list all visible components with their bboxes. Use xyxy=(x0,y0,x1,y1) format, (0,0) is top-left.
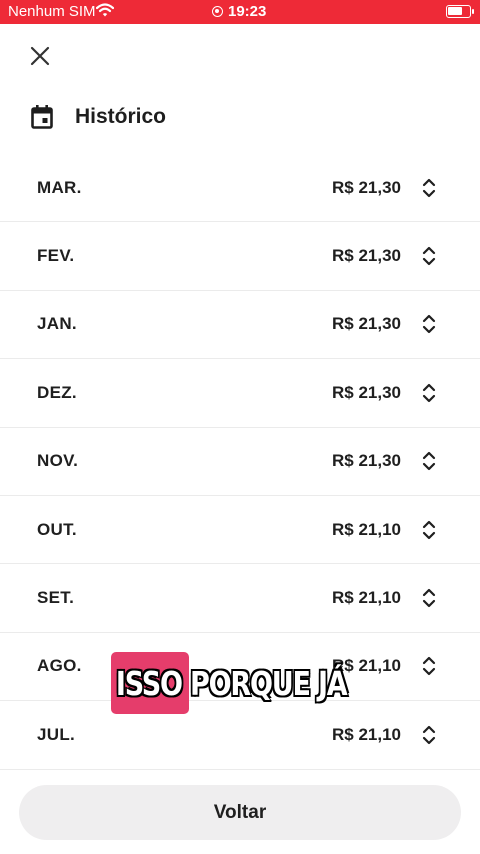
video-caption: ISSO PORQUE JÁ xyxy=(111,652,398,714)
page-title: Histórico xyxy=(75,105,167,128)
clock: 19:23 xyxy=(228,3,267,20)
expand-chevron-icon xyxy=(422,315,436,334)
status-center: 19:23 xyxy=(212,3,266,20)
amount-label: R$ 21,30 xyxy=(332,451,401,471)
history-row[interactable]: DEZ. R$ 21,30 xyxy=(0,359,480,428)
carrier-label: Nenhum SIM xyxy=(8,3,96,20)
month-label: AGO. xyxy=(37,656,82,676)
expand-chevron-icon xyxy=(422,588,436,608)
expand-chevron-icon xyxy=(422,383,436,402)
back-button[interactable]: Voltar xyxy=(19,785,461,840)
expand-chevron-icon xyxy=(422,657,436,676)
amount-label: R$ 21,10 xyxy=(332,519,401,539)
battery-icon xyxy=(446,5,474,18)
history-row[interactable]: MAR. R$ 21,30 xyxy=(0,154,480,223)
amount-label: R$ 21,30 xyxy=(332,246,401,266)
month-label: FEV. xyxy=(37,246,75,266)
month-label: SET. xyxy=(37,588,75,608)
amount-label: R$ 21,30 xyxy=(332,177,401,197)
calendar-icon xyxy=(30,104,54,130)
expand-chevron-icon xyxy=(422,178,436,197)
wifi-icon xyxy=(95,2,115,22)
amount-label: R$ 21,30 xyxy=(332,382,401,402)
close-icon xyxy=(30,46,50,66)
page-header: Histórico xyxy=(30,100,166,134)
expand-chevron-icon xyxy=(422,452,436,471)
caption-text: ISSO PORQUE JÁ xyxy=(115,663,348,704)
history-row[interactable]: FEV. R$ 21,30 xyxy=(0,222,480,291)
expand-chevron-icon xyxy=(422,246,436,266)
history-row[interactable]: OUT. R$ 21,10 xyxy=(0,496,480,565)
close-button[interactable] xyxy=(26,42,54,70)
month-label: MAR. xyxy=(37,177,82,197)
expand-chevron-icon xyxy=(422,520,436,539)
month-label: OUT. xyxy=(37,519,77,539)
month-label: JUL. xyxy=(37,724,76,744)
status-bar: Nenhum SIM 19:23 xyxy=(0,0,480,24)
screen-record-icon xyxy=(212,6,223,17)
month-label: NOV. xyxy=(37,451,79,471)
history-row[interactable]: JAN. R$ 21,30 xyxy=(0,291,480,360)
history-row[interactable]: SET. R$ 21,10 xyxy=(0,564,480,633)
footer: Voltar xyxy=(0,770,480,854)
history-row[interactable]: NOV. R$ 21,30 xyxy=(0,428,480,496)
month-label: JAN. xyxy=(37,314,77,334)
amount-label: R$ 21,30 xyxy=(332,314,401,334)
amount-label: R$ 21,10 xyxy=(332,588,401,608)
expand-chevron-icon xyxy=(422,725,436,744)
month-label: DEZ. xyxy=(37,382,77,402)
amount-label: R$ 21,10 xyxy=(332,724,401,744)
